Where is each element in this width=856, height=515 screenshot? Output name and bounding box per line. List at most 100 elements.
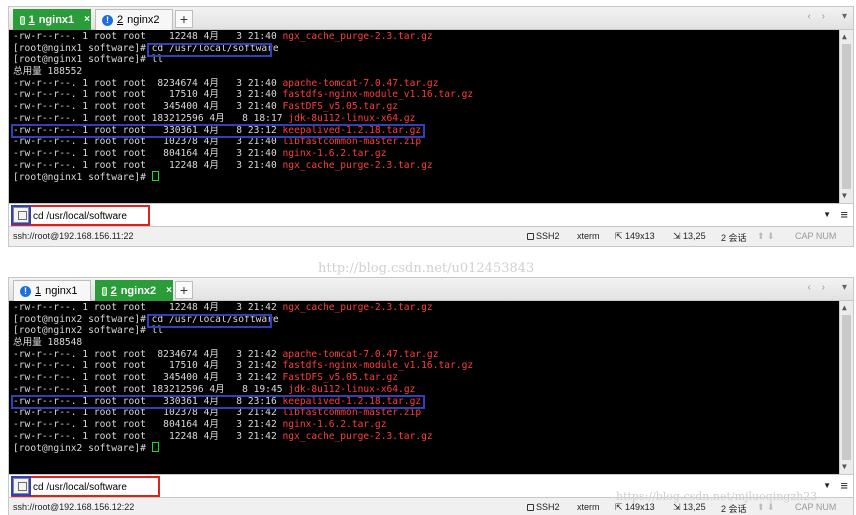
tab-nginx1[interactable]: ! 1 nginx1 [13,280,91,301]
terminal-cursor [151,171,159,182]
scroll-up-icon[interactable]: ▲ [842,31,847,43]
terminal-output[interactable]: -rw-r--r--. 1 root root 12248 4月 3 21:42… [9,301,853,474]
terminal-line: -rw-r--r--. 1 root root 804164 4月 3 21:4… [13,419,853,431]
send-to-sessions-icon[interactable] [11,205,31,225]
status-size: ⇱ 149x13 [615,502,655,512]
terminal-line: [root@nginx2 software]# ll [13,325,853,337]
file-name: ngx_cache_purge-2.3.tar.gz [282,430,433,442]
highlight-box-command [147,43,272,57]
tab-scroll-arrows[interactable]: ‹ › [808,11,829,22]
terminal-line: -rw-r--r--. 1 root root 183212596 4月 8 1… [13,384,853,396]
terminal-line-text: -rw-r--r--. 1 root root 12248 4月 3 21:40 [13,159,283,171]
tab-label: nginx2 [127,14,160,26]
terminal-line: -rw-r--r--. 1 root root 183212596 4月 8 1… [13,113,853,125]
connected-icon [102,286,107,296]
status-host: ssh://root@192.168.156.11:22 [13,231,134,241]
file-name: jdk-8u112-linux-x64.gz [288,383,416,395]
scroll-thumb[interactable] [842,44,851,189]
terminal-line: [root@nginx2 software]# cd /usr/local/so… [13,314,853,326]
status-host: ssh://root@192.168.156.12:22 [13,502,135,512]
tab-bar: 1 nginx1 × ! 2 nginx2 + ‹ › ▾ [9,7,853,30]
menu-icon[interactable]: ≡ [840,208,848,222]
status-caps: CAP NUM [795,502,837,512]
terminal-line-text: -rw-r--r--. 1 root root 12248 4月 3 21:40 [13,31,283,42]
tab-nginx2[interactable]: ! 2 nginx2 [95,9,173,30]
terminal-line-text: [root@nginx1 software]# [13,172,152,184]
scroll-down-icon[interactable]: ▼ [842,190,847,202]
terminal-line-text: -rw-r--r--. 1 root root 804164 4月 3 21:4… [13,147,283,159]
terminal-window-nginx2: ! 1 nginx1 2 nginx2 × + ‹ › ▾ -rw-r--r--… [8,277,854,515]
session-nav-arrows[interactable]: ⬆ ⬇ [757,502,775,513]
chevron-down-icon[interactable]: ▼ [823,481,831,490]
menu-icon[interactable]: ≡ [840,479,848,493]
status-sessions: 2 会话 [721,233,747,243]
file-name: nginx-1.6.2.tar.gz [282,147,387,159]
close-icon[interactable]: × [166,281,172,301]
command-input[interactable] [33,207,813,225]
terminal-line: [root@nginx1 software]# cd /usr/local/so… [13,43,853,55]
status-cursor-pos: ⇲ 13,25 [673,231,706,241]
terminal-line-text: -rw-r--r--. 1 root root 8234674 4月 3 21:… [13,77,283,89]
tab-menu-icon[interactable]: ▾ [842,11,847,22]
terminal-line-text: -rw-r--r--. 1 root root 17510 4月 3 21:42 [13,360,283,372]
tab-number: 1 [35,285,42,297]
scroll-down-icon[interactable]: ▼ [842,461,847,473]
status-bar: ssh://root@192.168.156.11:22 SSH2 xterm … [9,227,853,246]
terminal-line: -rw-r--r--. 1 root root 8234674 4月 3 21:… [13,78,853,90]
add-tab-button[interactable]: + [175,281,193,299]
tab-menu-icon[interactable]: ▾ [842,282,847,293]
file-name: apache-tomcat-7.0.47.tar.gz [282,77,439,89]
watermark-text: http://blog.csdn.net/u012453843 [318,261,535,276]
info-icon: ! [102,14,113,26]
terminal-line: -rw-r--r--. 1 root root 345400 4月 3 21:4… [13,101,853,113]
status-sessions: 2 会话 [721,504,747,514]
terminal-line-text: 总用量 188548 [13,337,83,349]
file-name: fastdfs-nginx-module_v1.16.tar.gz [282,360,474,372]
terminal-output[interactable]: -rw-r--r--. 1 root root 12248 4月 3 21:40… [9,30,853,203]
terminal-line-text: [root@nginx2 software]# ll [13,325,164,337]
watermark-corner-text: https://blog.csdn.net/mjluoqingzh23 [616,490,818,503]
terminal-line-text: -rw-r--r--. 1 root root 12248 4月 3 21:42 [13,302,283,313]
terminal-line-text: -rw-r--r--. 1 root root 804164 4月 3 21:4… [13,418,283,430]
terminal-line-text: -rw-r--r--. 1 root root 345400 4月 3 21:4… [13,372,283,384]
session-nav-arrows[interactable]: ⬆ ⬇ [757,231,775,242]
file-name: FastDFS_v5.05.tar.gz [282,101,399,113]
tab-scroll-arrows[interactable]: ‹ › [808,282,829,293]
tab-nginx1[interactable]: 1 nginx1 × [13,9,91,30]
close-icon[interactable]: × [84,10,90,30]
lock-icon [527,233,534,240]
scroll-up-icon[interactable]: ▲ [842,302,847,314]
highlight-box-command [147,314,272,328]
info-icon: ! [20,285,31,297]
file-name: ngx_cache_purge-2.3.tar.gz [282,159,433,171]
terminal-line: -rw-r--r--. 1 root root 12248 4月 3 21:40… [13,160,853,172]
terminal-line: -rw-r--r--. 1 root root 12248 4月 3 21:42… [13,431,853,443]
terminal-line-text: -rw-r--r--. 1 root root 183212596 4月 8 1… [13,383,289,395]
status-size: ⇱ 149x13 [615,231,655,241]
terminal-line: -rw-r--r--. 1 root root 12248 4月 3 21:40… [13,31,853,43]
terminal-line: -rw-r--r--. 1 root root 12248 4月 3 21:42… [13,302,853,314]
file-name: fastdfs-nginx-module_v1.16.tar.gz [282,89,474,101]
terminal-cursor [151,442,159,453]
terminal-line: [root@nginx1 software]# [13,171,853,183]
terminal-line-text: [root@nginx1 software]# ll [13,54,164,66]
file-name: apache-tomcat-7.0.47.tar.gz [282,348,439,360]
terminal-line: -rw-r--r--. 1 root root 804164 4月 3 21:4… [13,148,853,160]
tab-number: 2 [117,14,124,26]
file-name: ngx_cache_purge-2.3.tar.gz [282,31,433,42]
add-tab-button[interactable]: + [175,10,193,28]
lock-icon [527,504,534,511]
terminal-scrollbar[interactable]: ▲ ▼ [839,30,853,203]
file-name: FastDFS_v5.05.tar.gz [282,372,399,384]
command-bar: ▼ ≡ [9,203,853,227]
terminal-scrollbar[interactable]: ▲ ▼ [839,301,853,474]
scroll-thumb[interactable] [842,315,851,460]
tab-number: 2 [110,285,117,297]
chevron-down-icon[interactable]: ▼ [823,210,831,219]
tab-nginx2[interactable]: 2 nginx2 × [95,280,173,301]
file-name: jdk-8u112-linux-x64.gz [288,112,416,124]
terminal-line-text: -rw-r--r--. 1 root root 183212596 4月 8 1… [13,112,289,124]
terminal-line-text: -rw-r--r--. 1 root root 17510 4月 3 21:40 [13,89,283,101]
status-term: xterm [577,231,600,241]
send-to-sessions-icon[interactable] [11,476,31,496]
